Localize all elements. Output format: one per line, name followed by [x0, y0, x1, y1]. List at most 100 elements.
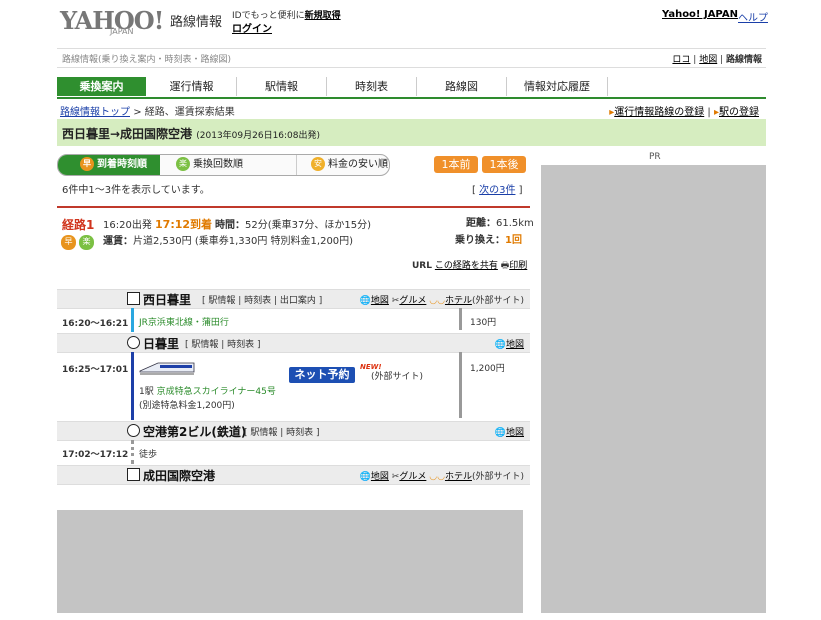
map-link[interactable]: 地図 — [699, 55, 717, 65]
sort-transfers[interactable]: 楽乗換回数順 — [176, 155, 286, 175]
segment-fare: 130円 — [470, 318, 497, 328]
route-label: 経路1 — [62, 218, 95, 232]
station-circle-icon — [127, 336, 140, 349]
station-links[interactable]: [ 駅情報 | 時刻表 ] — [185, 337, 261, 350]
help-link[interactable]: ヘルプ — [738, 9, 768, 24]
station-name[interactable]: 成田国際空港 — [127, 467, 215, 484]
segment-time: 16:25～17:01 — [62, 365, 129, 375]
station-links[interactable]: [ 駅情報 | 時刻表 ] — [244, 425, 320, 438]
sort-arrival[interactable]: 早到着時刻順 — [58, 155, 160, 175]
segment-line: 徒歩 — [139, 450, 158, 460]
route-badges: 早楽 — [61, 235, 97, 250]
station-row: 西日暮里 [ 駅情報 | 時刻表 | 出口案内 ] 🌐地図 ✂グルメ ◡◡ホテル… — [57, 289, 530, 309]
route-distance: 距離：61.5km — [466, 218, 534, 229]
segment-fare: 1,200円 — [470, 364, 505, 374]
register-station-link[interactable]: 駅の登録 — [719, 107, 759, 118]
next-results: [ 次の3件 ] — [472, 185, 523, 196]
sort-cheapest[interactable]: 安料金の安い順 — [296, 155, 389, 175]
ad-bottom — [57, 510, 523, 613]
gourmet-link[interactable]: グルメ — [399, 472, 426, 482]
yahoo-logo-sub: JAPAN — [110, 27, 134, 36]
route-times: 16:20出発 17:12到着 — [103, 218, 213, 231]
net-reserve-button[interactable]: ネット予約 — [289, 367, 355, 383]
prev-train-button[interactable]: 1本前 — [434, 156, 478, 173]
register-route-link[interactable]: 運行情報路線の登録 — [614, 107, 704, 118]
hotel-link[interactable]: ホテル — [445, 296, 472, 306]
share-area: URL この経路を共有 🖶印刷 — [412, 258, 527, 274]
register-link[interactable]: 新規取得 — [305, 11, 341, 21]
map-link[interactable]: 地図 — [506, 340, 524, 350]
ad-sidebar — [541, 165, 766, 613]
fast-badge-icon: 早 — [61, 235, 76, 250]
station-square-icon — [127, 468, 140, 481]
station-name[interactable]: 日暮里 — [127, 335, 179, 352]
station-name[interactable]: 空港第2ビル(鉄道) — [127, 423, 246, 440]
globe-icon: 🌐 — [494, 428, 506, 438]
station-links[interactable]: [ 駅情報 | 時刻表 | 出口案内 ] — [202, 293, 322, 306]
globe-icon: 🌐 — [359, 472, 371, 482]
arrival-time: 17:12到着 — [155, 218, 213, 231]
tab-service[interactable]: 運行情報 — [147, 77, 237, 96]
url-label: URL — [412, 261, 432, 271]
station-name[interactable]: 西日暮里 — [127, 291, 191, 308]
gourmet-link[interactable]: グルメ — [399, 296, 426, 306]
segment-time: 17:02～17:12 — [62, 450, 129, 460]
tab-transfer[interactable]: 乗換案内 — [57, 77, 146, 96]
tab-routemap[interactable]: 路線図 — [417, 77, 507, 96]
segment-line[interactable]: JR京浜東北線・蒲田行 — [139, 315, 229, 328]
segment-extra-fare: (別途特急料金1,200円) — [139, 401, 235, 411]
route-transfers: 乗り換え：1回 — [455, 235, 522, 246]
station-row: 空港第2ビル(鉄道) [ 駅情報 | 時刻表 ] 🌐地図 — [57, 421, 530, 441]
globe-icon: 🌐 — [359, 296, 371, 306]
station-external: 🌐地図 — [495, 425, 524, 438]
product-name[interactable]: 路線情報 — [170, 11, 222, 30]
station-external: 🌐地図 — [495, 337, 524, 350]
main-tabs: 乗換案内 運行情報 駅情報 時刻表 路線図 情報対応履歴 — [57, 77, 766, 99]
breadcrumb-sep: > — [133, 107, 142, 118]
breadcrumb-top[interactable]: 路線情報トップ — [60, 107, 130, 118]
segment-line: 1駅 京成特急スカイライナー45号 — [139, 387, 276, 397]
map-link[interactable]: 地図 — [506, 428, 524, 438]
easy-badge-icon: 楽 — [79, 235, 94, 250]
fare-divider — [459, 352, 462, 418]
hotel-icon: ◡◡ — [429, 472, 445, 482]
fast-icon: 早 — [80, 157, 94, 171]
register-links: ▸運行情報路線の登録 | ▸駅の登録 — [609, 107, 759, 118]
line-walk — [131, 440, 134, 464]
print-link[interactable]: 印刷 — [509, 261, 527, 271]
fare-divider — [459, 308, 462, 330]
route-duration: 時間：52分(乗車37分、ほか15分) — [215, 220, 371, 231]
next-3-link[interactable]: 次の3件 — [479, 185, 515, 196]
breadcrumb: 路線情報トップ > 経路、運賃探索結果 — [60, 103, 235, 118]
yahoo-japan-link[interactable]: Yahoo! JAPAN — [662, 9, 738, 20]
route-fare: 運賃：片道2,530円 (乗車券1,330円 特別料金1,200円) — [103, 236, 354, 247]
next-train-button[interactable]: 1本後 — [482, 156, 526, 173]
login-link[interactable]: ログイン — [232, 20, 272, 35]
cheap-icon: 安 — [311, 157, 325, 171]
route-title-bar: 西日暮里→成田国際空港 (2013年09月26日16:08出発) — [57, 119, 766, 146]
departure-date: (2013年09月26日16:08出発) — [196, 131, 321, 141]
sub-header: 路線情報(乗り換え案内・時刻表・路線図) ロコ | 地図 | 路線情報 — [57, 48, 766, 68]
station-square-icon — [127, 292, 140, 305]
easy-icon: 楽 — [176, 157, 190, 171]
tab-station[interactable]: 駅情報 — [237, 77, 327, 96]
hotel-link[interactable]: ホテル — [445, 472, 472, 482]
route-info-current: 路線情報 — [725, 55, 762, 65]
train-name-link[interactable]: 京成特急スカイライナー45号 — [157, 387, 276, 397]
breadcrumb-current: 経路、運賃探索結果 — [144, 107, 235, 118]
tab-timetable[interactable]: 時刻表 — [327, 77, 417, 96]
station-circle-icon — [127, 424, 140, 437]
site-description: 路線情報(乗り換え案内・時刻表・路線図) — [62, 55, 232, 65]
tab-history[interactable]: 情報対応履歴 — [507, 77, 608, 96]
line-keisei — [131, 352, 134, 420]
map-link[interactable]: 地図 — [371, 296, 389, 306]
share-route-link[interactable]: この経路を共有 — [435, 261, 498, 271]
map-link[interactable]: 地図 — [371, 472, 389, 482]
page-title: 西日暮里→成田国際空港 (2013年09月26日16:08出発) — [62, 127, 321, 141]
loco-link[interactable]: ロコ — [672, 55, 690, 65]
result-count: 6件中1～3件を表示しています。 — [62, 185, 210, 196]
hotel-icon: ◡◡ — [429, 296, 445, 306]
line-jr — [131, 308, 134, 332]
segment-time: 16:20～16:21 — [62, 319, 129, 329]
station-external: 🌐地図 ✂グルメ ◡◡ホテル(外部サイト) — [359, 296, 524, 306]
